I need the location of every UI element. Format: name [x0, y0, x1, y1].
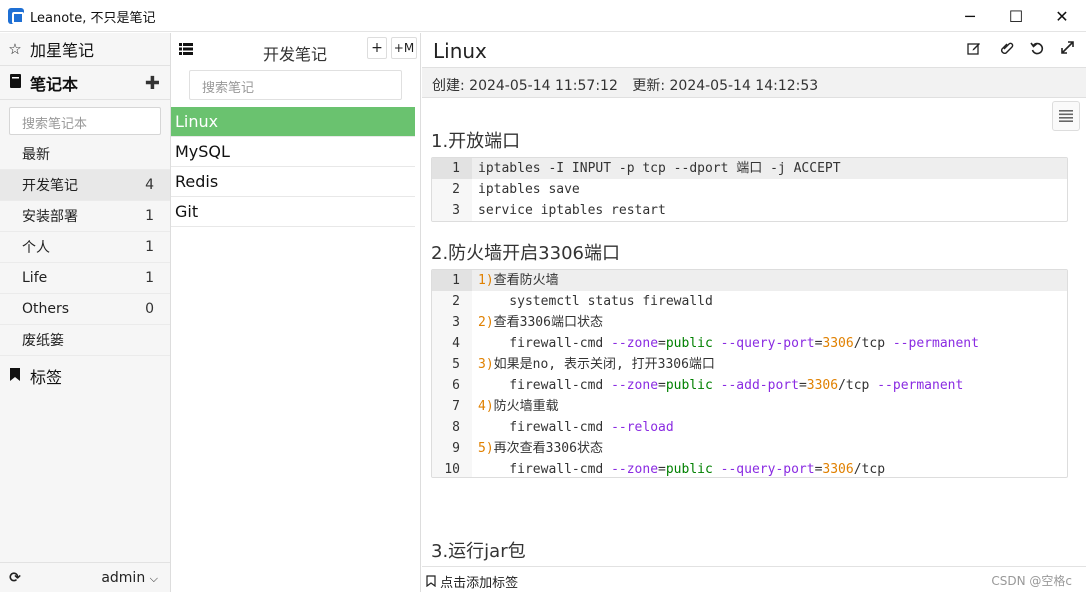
note-list-item[interactable]: Redis: [171, 167, 415, 197]
bookmark-icon: [0, 367, 30, 385]
minimize-button[interactable]: ─: [947, 0, 993, 32]
note-footer: 点击添加标签 CSDN @空格c: [422, 566, 1086, 592]
notebook-title: 开发笔记: [263, 45, 328, 64]
code-line: 9 5)再次查看3306状态: [432, 438, 1067, 459]
code-line: 2 iptables save: [432, 179, 1067, 200]
edit-icon[interactable]: [967, 41, 981, 59]
notebook-count: 1: [145, 208, 154, 224]
add-tag-label: 点击添加标签: [440, 576, 519, 591]
notebook-label: 废纸篓: [22, 333, 64, 349]
note-meta-bar: 创建: 2024-05-14 11:57:12 更新: 2024-05-14 1…: [422, 67, 1086, 98]
note-list: 开发笔记 + +M 搜索笔记 Linux MySQL Redis Git: [171, 33, 421, 592]
bookmark-icon: [426, 575, 436, 588]
sidebar-notebook-item[interactable]: Others 0: [0, 294, 170, 325]
watermark: CSDN @空格c: [991, 574, 1072, 588]
code-line: 5 3)如果是no, 表示关闭, 打开3306端口: [432, 354, 1067, 375]
created-time: 2024-05-14 11:57:12: [469, 78, 618, 94]
list-icon: [1059, 110, 1073, 122]
notebook-label: 最新: [22, 147, 50, 163]
code-line: 3 2)查看3306端口状态: [432, 312, 1067, 333]
sidebar-item-tags[interactable]: 标签: [0, 359, 170, 392]
notebook-count: 0: [145, 301, 154, 317]
add-tag-button[interactable]: 点击添加标签: [426, 572, 518, 591]
notebook-label: Life: [22, 270, 48, 286]
maximize-button[interactable]: ☐: [993, 0, 1039, 32]
tags-label: 标签: [30, 367, 63, 387]
notebook-icon: [0, 74, 30, 92]
sidebar-notebook-item[interactable]: 最新: [0, 139, 170, 170]
notebook-label: Others: [22, 301, 70, 317]
chevron-down-icon: ⌵: [149, 571, 158, 585]
notebook-count: 1: [145, 239, 154, 255]
sync-icon[interactable]: ⟳: [0, 570, 30, 586]
sidebar-notebook-item[interactable]: 个人 1: [0, 232, 170, 263]
starred-label: 加星笔记: [30, 41, 95, 60]
history-icon[interactable]: [1030, 41, 1044, 59]
window-title: Leanote, 不只是笔记: [30, 11, 156, 26]
sidebar-item-notebooks[interactable]: 笔记本 ✚: [0, 67, 170, 100]
add-notebook-icon[interactable]: ✚: [145, 73, 160, 94]
code-line: 1 1)查看防火墙: [432, 270, 1067, 291]
username: admin: [101, 569, 146, 586]
note-editor: Linux 创建: 2024-05-14 11:57:12 更新: 2024-0…: [422, 33, 1086, 592]
note-search-input[interactable]: 搜索笔记: [189, 70, 402, 100]
notebook-count: 4: [145, 177, 154, 193]
section-heading: 3.运行jar包: [431, 541, 526, 562]
note-list-item[interactable]: MySQL: [171, 137, 415, 167]
section-heading: 2.防火墙开启3306端口: [431, 243, 620, 264]
code-block-1[interactable]: 1 iptables -I INPUT -p tcp --dport 端口 -j …: [431, 157, 1068, 222]
code-line: 3 service iptables restart: [432, 200, 1067, 221]
window-titlebar: Leanote, 不只是笔记 ─ ☐ ✕: [0, 0, 1086, 32]
code-line: 10 firewall-cmd --zone=public --query-po…: [432, 459, 1067, 477]
notebook-count: 1: [145, 270, 154, 286]
updated-label: 更新:: [632, 78, 666, 94]
code-line: 2 systemctl status firewalld: [432, 291, 1067, 312]
notebook-label: 个人: [22, 240, 50, 256]
notebook-label: 安装部署: [22, 209, 78, 225]
code-line: 7 4)防火墙重载: [432, 396, 1067, 417]
code-line: 4 firewall-cmd --zone=public --query-por…: [432, 333, 1067, 354]
fullscreen-icon[interactable]: [1061, 41, 1074, 58]
code-line: 6 firewall-cmd --zone=public --add-port=…: [432, 375, 1067, 396]
star-icon: ☆: [8, 40, 22, 58]
updated-time: 2024-05-14 14:12:53: [669, 78, 819, 94]
attachment-icon[interactable]: [1000, 41, 1014, 59]
notebooks-label: 笔记本: [30, 75, 79, 94]
note-list-item[interactable]: Linux: [171, 107, 415, 137]
leanote-app-icon: [8, 8, 24, 24]
add-note-button[interactable]: +: [367, 37, 387, 59]
sidebar-notebook-item[interactable]: 安装部署 1: [0, 201, 170, 232]
sidebar-footer: ⟳ admin ⌵: [0, 562, 170, 592]
sidebar-item-starred[interactable]: ☆ 加星笔记: [0, 33, 170, 66]
sidebar-notebook-item[interactable]: 废纸篓: [0, 325, 170, 356]
sidebar-notebook-item[interactable]: 开发笔记 4: [0, 170, 170, 201]
close-button[interactable]: ✕: [1039, 0, 1085, 32]
section-heading: 1.开放端口: [431, 131, 521, 152]
code-block-2[interactable]: 1 1)查看防火墙 2 systemctl status firewalld 3 2)查…: [431, 269, 1068, 478]
code-line: 1 iptables -I INPUT -p tcp --dport 端口 -j …: [432, 158, 1067, 179]
toc-toggle-button[interactable]: [1052, 101, 1080, 131]
sidebar-notebook-item[interactable]: Life 1: [0, 263, 170, 294]
note-list-header: 开发笔记 + +M: [171, 33, 420, 66]
notebook-search-input[interactable]: 搜索笔记本: [9, 107, 161, 135]
notebook-label: 开发笔记: [22, 178, 78, 194]
note-title[interactable]: Linux: [433, 39, 487, 63]
add-markdown-note-button[interactable]: +M: [391, 37, 417, 59]
note-list-item[interactable]: Git: [171, 197, 415, 227]
user-menu[interactable]: admin ⌵: [101, 570, 158, 586]
sidebar: ☆ 加星笔记 笔记本 ✚ 搜索笔记本 最新开发笔记 4 安装部署 1 个人 1 Life 1 O…: [0, 33, 171, 592]
list-view-icon[interactable]: [179, 40, 193, 59]
created-label: 创建:: [432, 78, 465, 94]
code-line: 8 firewall-cmd --reload: [432, 417, 1067, 438]
